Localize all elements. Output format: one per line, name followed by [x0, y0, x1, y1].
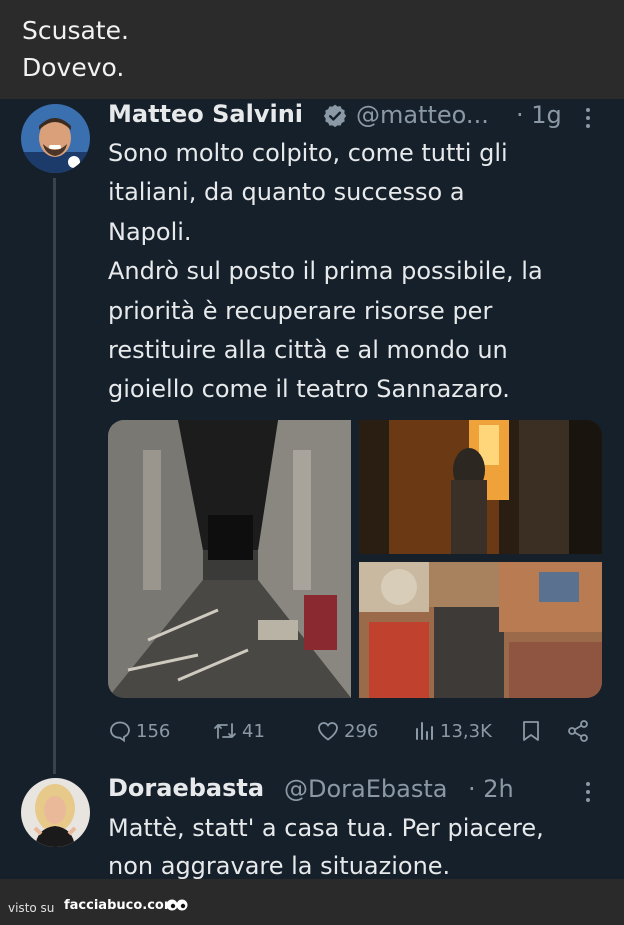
reply-count: 156 [136, 720, 171, 742]
tweet-text-line: Andrò sul posto il prima possibile, la [108, 257, 543, 285]
retweet-icon [212, 719, 238, 743]
reply-author-avatar[interactable] [21, 778, 90, 847]
media-image-firefighter[interactable] [359, 420, 602, 554]
tweet-media-grid [108, 420, 602, 698]
reply-author-handle[interactable]: @DoraEbasta [284, 775, 447, 803]
caption-line-1: Scusate. [22, 16, 129, 45]
reply-text-line: Mattè, statt' a casa tua. Per piacere, [108, 814, 544, 842]
tweet-text-line: Sono molto colpito, come tutti gli [108, 139, 508, 167]
bookmark-button[interactable] [520, 718, 542, 744]
tweet-time: · 1g [516, 101, 562, 129]
views-count: 13,3K [440, 720, 492, 742]
views-button[interactable]: 13,3K [414, 718, 492, 744]
like-button[interactable]: 296 [316, 718, 378, 744]
retweet-button[interactable]: 41 [212, 718, 265, 744]
eyes-logo-icon [166, 897, 188, 916]
author-name[interactable]: Matteo Salvini [108, 100, 303, 128]
thread-connector-line [53, 178, 56, 774]
reply-button[interactable]: 156 [108, 718, 170, 744]
reply-author-name[interactable]: Doraebasta [108, 774, 264, 802]
tweet-text-line: Napoli. [108, 218, 192, 246]
verified-badge-icon [322, 103, 348, 133]
reply-time: · 2h [468, 775, 514, 803]
footer-visto-su: visto su [8, 901, 55, 915]
tweet-text-line: gioiello come il teatro Sannazaro. [108, 375, 510, 403]
heart-icon [316, 719, 340, 743]
media-image-aerial-roofs[interactable] [359, 562, 602, 698]
bookmark-icon [520, 719, 542, 743]
reply-more-options-icon[interactable] [586, 782, 590, 806]
caption-line-2: Dovevo. [22, 53, 125, 82]
more-options-icon[interactable] [586, 108, 590, 132]
author-handle[interactable]: @matteo... [356, 101, 489, 129]
views-bar-chart-icon [414, 719, 436, 743]
retweet-count: 41 [242, 720, 265, 742]
author-avatar[interactable] [21, 104, 90, 173]
meme-caption: Scusate. Dovevo. [0, 0, 624, 99]
tweet-text-line: priorità è recuperare risorse per [108, 297, 493, 325]
reply-icon [108, 719, 132, 743]
media-image-corridor[interactable] [108, 420, 351, 698]
reply-text-line: non aggravare la situazione. [108, 852, 451, 880]
share-icon [566, 719, 590, 743]
like-count: 296 [344, 720, 379, 742]
tweet-text-line: italiani, da quanto successo a [108, 178, 465, 206]
watermark-footer: visto su facciabuco.com [0, 879, 624, 925]
share-button[interactable] [566, 718, 590, 744]
tweet-text-line: restituire alla città e al mondo un [108, 336, 508, 364]
footer-brand: facciabuco.com [64, 898, 178, 913]
